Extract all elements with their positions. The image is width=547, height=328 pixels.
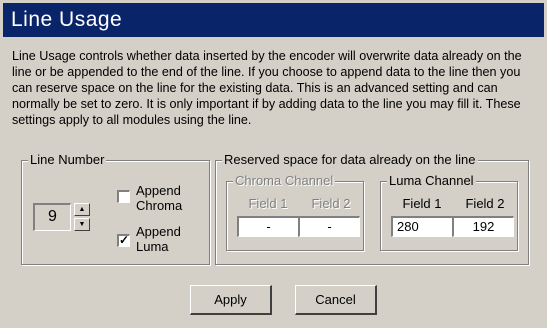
luma-channel-legend: Luma Channel — [387, 173, 476, 188]
checkmark-icon: ✓ — [119, 233, 130, 247]
chroma-field2-input[interactable]: - — [298, 216, 360, 237]
line-number-input[interactable]: 9 — [33, 203, 71, 231]
chroma-channel-group: Chroma Channel — [226, 174, 364, 251]
chroma-channel-legend: Chroma Channel — [233, 173, 336, 188]
description-text: Line Usage controls whether data inserte… — [12, 49, 522, 127]
luma-field2-input[interactable]: 192 — [452, 216, 514, 237]
chroma-field1-label: Field 1 — [248, 196, 288, 211]
apply-button[interactable]: Apply — [190, 285, 272, 315]
dialog-title: Line Usage — [3, 3, 544, 37]
append-luma-label-line1: Append — [136, 224, 181, 239]
append-luma-label[interactable]: Append Luma — [136, 224, 181, 254]
line-number-legend: Line Number — [28, 152, 107, 167]
append-luma-label-line2: Luma — [136, 239, 169, 254]
reserved-space-legend: Reserved space for data already on the l… — [222, 152, 478, 167]
luma-field2-label: Field 2 — [465, 196, 505, 211]
cancel-button[interactable]: Cancel — [295, 285, 377, 315]
luma-field1-label: Field 1 — [402, 196, 442, 211]
append-chroma-label-line1: Append — [136, 183, 181, 198]
arrow-down-icon: ▼ — [78, 221, 86, 228]
luma-field1-input[interactable]: 280 — [391, 216, 453, 237]
luma-channel-group: Luma Channel — [380, 174, 518, 251]
append-chroma-label-line2: Chroma — [136, 198, 183, 213]
chroma-field2-label: Field 2 — [311, 196, 351, 211]
spin-up-button[interactable]: ▲ — [74, 203, 90, 216]
arrow-up-icon: ▲ — [78, 206, 86, 213]
chroma-field1-input[interactable]: - — [237, 216, 299, 237]
spin-down-button[interactable]: ▼ — [74, 218, 90, 231]
append-luma-checkbox[interactable]: ✓ — [117, 234, 130, 247]
append-chroma-checkbox[interactable] — [117, 190, 130, 203]
append-chroma-label[interactable]: Append Chroma — [136, 183, 182, 213]
